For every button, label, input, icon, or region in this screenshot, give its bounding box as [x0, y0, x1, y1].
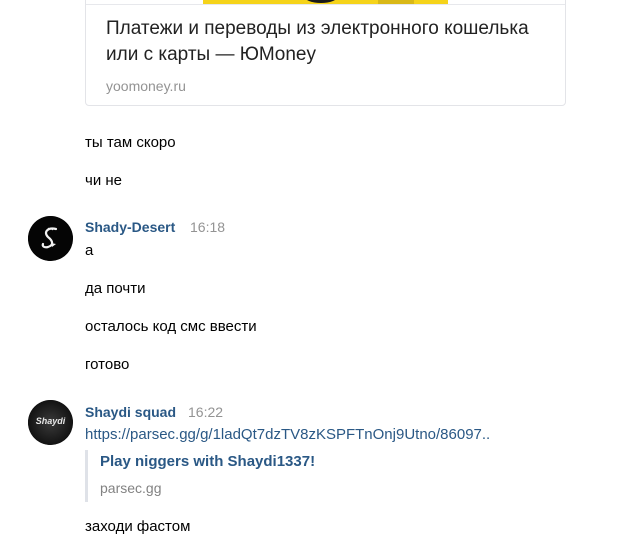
message-time[interactable]: 16:22 — [188, 404, 223, 420]
message-text: ты там скоро — [85, 134, 176, 151]
message-author[interactable]: Shaydi squad — [85, 404, 176, 420]
link-preview-card[interactable]: Платежи и переводы из электронного кошел… — [85, 0, 566, 106]
chat-history: Платежи и переводы из электронного кошел… — [0, 0, 636, 548]
message-text: да почти — [85, 280, 146, 297]
preview-domain: yoomoney.ru — [106, 78, 186, 94]
snippet-bar — [85, 450, 88, 502]
preview-image[interactable] — [86, 0, 565, 5]
message-text: а — [85, 242, 94, 259]
snippet-title[interactable]: Play niggers with Shaydi1337! — [100, 453, 315, 470]
message-text: готово — [85, 356, 130, 373]
avatar-text: Shaydi — [35, 416, 66, 426]
message-link[interactable]: https://parsec.gg/g/1ladQt7dzTV8zKSPFTnO… — [85, 426, 490, 443]
message-author[interactable]: Shady-Desert — [85, 219, 175, 235]
snippet-domain: parsec.gg — [100, 480, 162, 496]
message-time[interactable]: 16:18 — [190, 219, 225, 235]
avatar[interactable]: Shaydi — [28, 400, 73, 445]
avatar[interactable] — [28, 216, 73, 261]
message-text: осталось код смс ввести — [85, 318, 257, 335]
shady-desert-logo-icon — [28, 216, 73, 261]
message-text: заходи фастом — [85, 518, 191, 535]
message-text: чи не — [85, 172, 122, 189]
preview-title[interactable]: Платежи и переводы из электронного кошел… — [106, 16, 546, 68]
